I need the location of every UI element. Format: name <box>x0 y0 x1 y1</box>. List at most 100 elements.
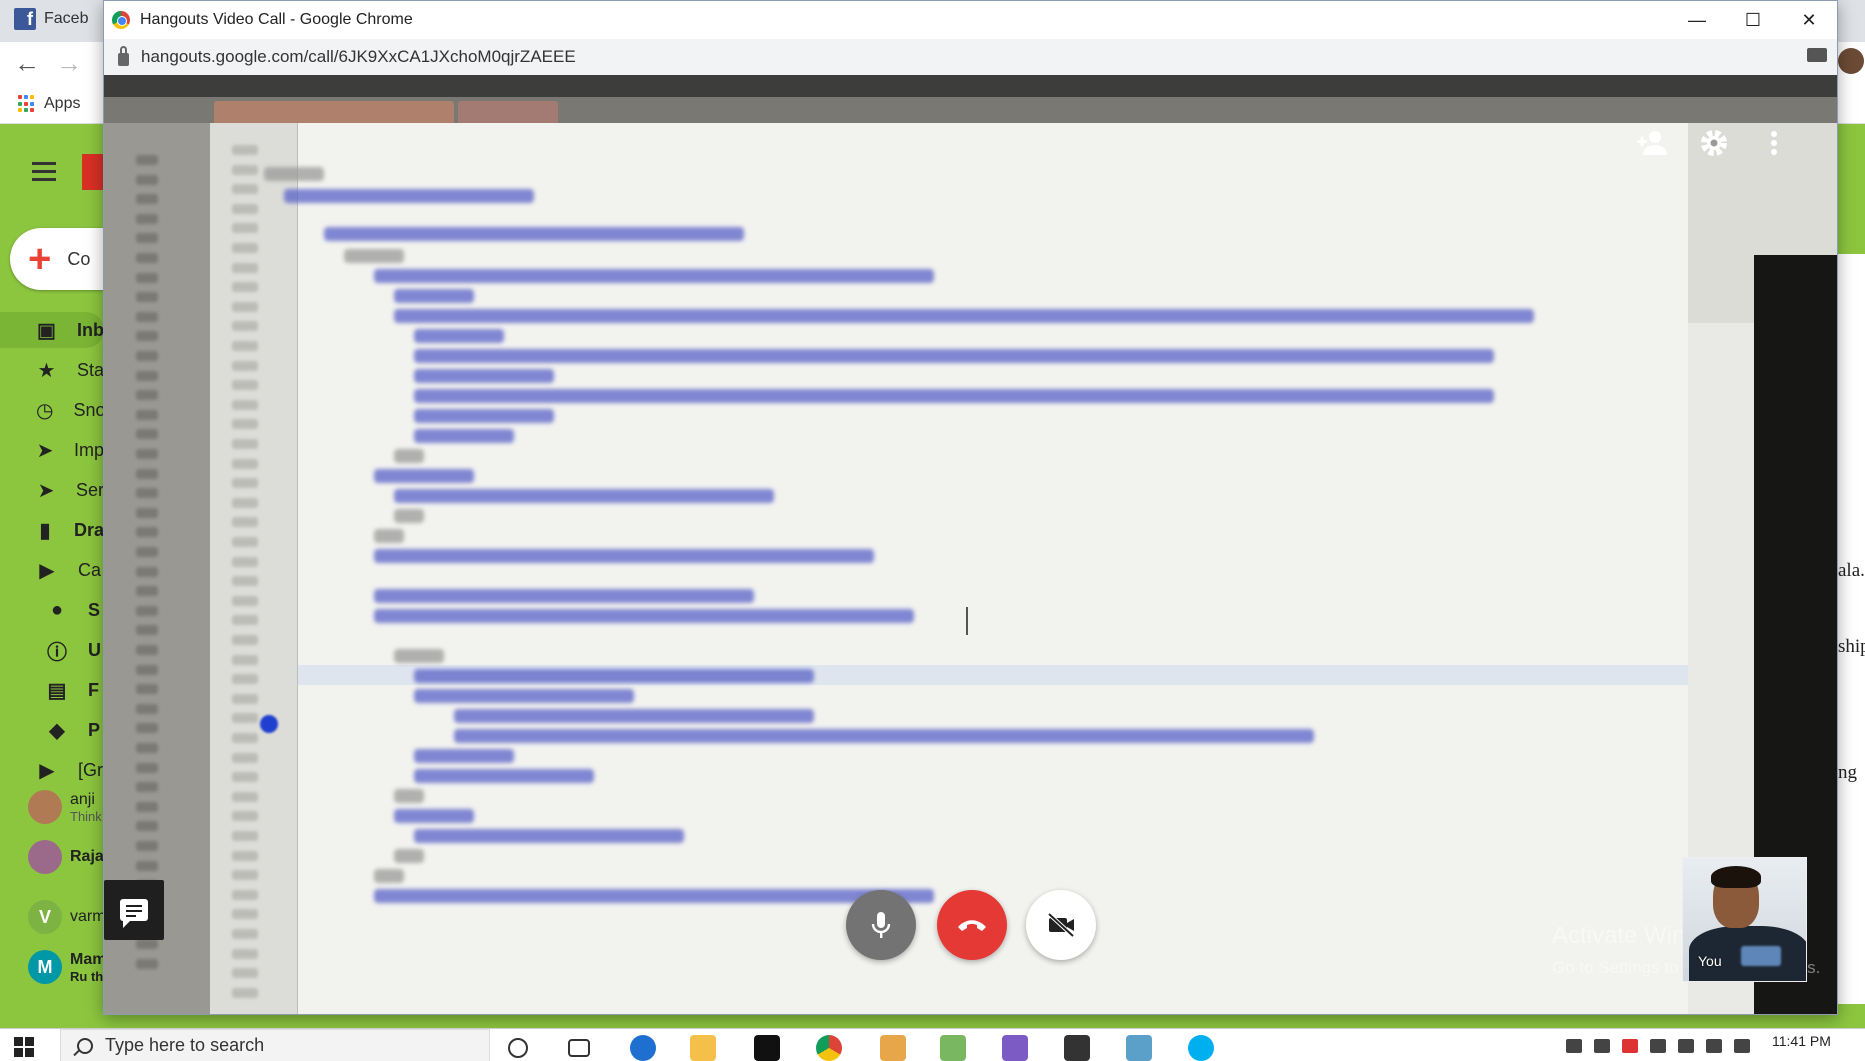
sidebar-item-label-group[interactable]: ▶ [Gr <box>0 752 104 788</box>
video-ide-gutter <box>210 123 298 1014</box>
video-panel-text <box>136 860 158 871</box>
photos-icon[interactable] <box>1064 1035 1090 1061</box>
contact-varm[interactable]: V varm <box>28 900 106 934</box>
add-person-icon[interactable] <box>1634 123 1674 163</box>
taskbar-clock[interactable]: 11:41 PM <box>1772 1033 1831 1049</box>
file-explorer-icon[interactable] <box>690 1035 716 1061</box>
intellij-icon[interactable] <box>754 1035 780 1061</box>
sidebar-item-drafts[interactable]: ▮ Dra <box>0 512 104 548</box>
sidebar-item-label: U <box>88 639 101 660</box>
menu-icon[interactable] <box>32 162 56 186</box>
video-gutter-number <box>232 693 258 704</box>
bookmark-apps[interactable]: Apps <box>18 95 80 113</box>
video-gutter-number <box>232 439 258 449</box>
contact-anji[interactable]: anji Think <box>28 790 102 824</box>
video-code-line <box>324 227 744 241</box>
video-ide-tab <box>458 101 558 123</box>
sidebar-item-updates[interactable]: ⓘ U <box>0 632 104 668</box>
maximize-button[interactable]: ☐ <box>1725 1 1781 39</box>
sidebar-item-inbox[interactable]: ▣ Inb <box>0 312 104 348</box>
sidebar-item-promotions[interactable]: ◆ P <box>0 712 104 748</box>
video-code-line <box>374 469 474 483</box>
hangouts-window: Hangouts Video Call - Google Chrome — ☐ … <box>103 0 1838 1015</box>
chrome-taskbar-icon[interactable] <box>816 1035 842 1061</box>
sidebar-item-categories[interactable]: ▶ Ca <box>0 552 104 588</box>
contact-status: Think <box>70 808 102 824</box>
paint-icon[interactable] <box>880 1035 906 1061</box>
tray-chevron-icon[interactable] <box>1566 1039 1582 1053</box>
task-view-icon[interactable] <box>568 1039 590 1057</box>
microphone-button[interactable] <box>846 890 916 960</box>
video-ide-toolbar <box>104 75 1837 97</box>
gear-icon[interactable] <box>1694 123 1734 163</box>
taskbar-search-box[interactable]: Type here to search <box>60 1029 490 1061</box>
background-tab-facebook[interactable]: f Faceb <box>14 8 88 30</box>
video-panel-text <box>136 409 158 420</box>
camera-toggle-button[interactable] <box>1026 890 1096 960</box>
volume-icon[interactable] <box>1734 1039 1750 1053</box>
snipping-tool-icon[interactable] <box>1126 1035 1152 1061</box>
chat-button[interactable] <box>104 880 164 940</box>
sidebar-item-label: Inb <box>77 319 104 340</box>
back-arrow-icon[interactable]: ← <box>14 48 40 79</box>
video-gutter-number <box>232 301 258 312</box>
video-gutter-number <box>232 458 258 469</box>
window-titlebar[interactable]: Hangouts Video Call - Google Chrome — ☐ … <box>104 1 1837 39</box>
video-panel-text <box>136 939 158 949</box>
video-code-line <box>414 409 554 423</box>
video-panel-text <box>136 547 158 557</box>
profile-avatar[interactable] <box>1838 48 1864 74</box>
gmail-sidebar: + Co ▣ Inb ★ Sta ◷ Sno ➤ Imp ➤ Ser ▮ Dra ▶ Ca ●… <box>0 124 106 1004</box>
video-code-line <box>414 829 684 843</box>
sidebar-item-sent[interactable]: ➤ Ser <box>0 472 104 508</box>
network-icon[interactable] <box>1678 1039 1694 1053</box>
forward-arrow-icon[interactable]: → <box>56 48 82 79</box>
video-gutter-number <box>232 850 258 861</box>
close-button[interactable]: ✕ <box>1781 1 1837 39</box>
contact-mam[interactable]: M Mam Ru th <box>28 950 106 984</box>
contact-raja[interactable]: Raja <box>28 840 104 874</box>
video-gutter-number <box>232 576 258 587</box>
edge-icon[interactable] <box>630 1035 656 1061</box>
app-icon[interactable] <box>1002 1035 1028 1061</box>
camera-in-use-icon[interactable] <box>1807 48 1827 62</box>
windows-start-icon[interactable] <box>14 1037 34 1057</box>
minimize-button[interactable]: — <box>1669 1 1725 39</box>
video-code-line <box>374 269 934 283</box>
video-code-line <box>374 589 754 603</box>
plus-icon: + <box>28 237 52 281</box>
avatar <box>28 840 62 874</box>
sidebar-item-snoozed[interactable]: ◷ Sno <box>0 392 105 428</box>
facebook-icon: f <box>14 8 36 30</box>
cortana-icon[interactable] <box>508 1038 528 1058</box>
sidebar-item-social[interactable]: ● S <box>0 592 104 628</box>
tray-app-icon[interactable] <box>1622 1039 1638 1053</box>
remote-video-feed <box>104 75 1837 1014</box>
video-text-cursor <box>966 607 968 635</box>
end-call-button[interactable] <box>937 890 1007 960</box>
clock-icon: ◷ <box>36 399 54 422</box>
battery-icon[interactable] <box>1650 1039 1666 1053</box>
sidebar-item-important[interactable]: ➤ Imp <box>0 432 104 468</box>
sidebar-item-starred[interactable]: ★ Sta <box>0 352 104 388</box>
tag-icon: ◆ <box>49 719 65 742</box>
video-gutter-number <box>232 517 258 528</box>
chat-icon <box>120 899 148 928</box>
right-edge-text-1: ala. <box>1838 560 1865 581</box>
onedrive-icon[interactable] <box>1594 1039 1610 1053</box>
video-code-line <box>414 669 814 683</box>
video-code-line <box>414 749 514 763</box>
right-edge-text-3: ng <box>1838 762 1857 783</box>
compose-button[interactable]: + Co <box>10 228 104 290</box>
wifi-icon[interactable] <box>1706 1039 1722 1053</box>
skype-icon[interactable] <box>1188 1035 1214 1061</box>
video-gutter-number <box>232 556 258 567</box>
notepad-icon[interactable] <box>940 1035 966 1061</box>
video-code-line <box>284 189 534 203</box>
more-vert-icon[interactable] <box>1754 123 1794 163</box>
sidebar-item-label: Ca <box>78 559 102 580</box>
video-panel-text <box>136 664 158 675</box>
sidebar-item-forums[interactable]: ▤ F <box>0 672 104 708</box>
address-bar[interactable]: hangouts.google.com/call/6JK9XxCA1JXchoM… <box>104 39 1837 75</box>
video-panel-text <box>136 801 158 812</box>
